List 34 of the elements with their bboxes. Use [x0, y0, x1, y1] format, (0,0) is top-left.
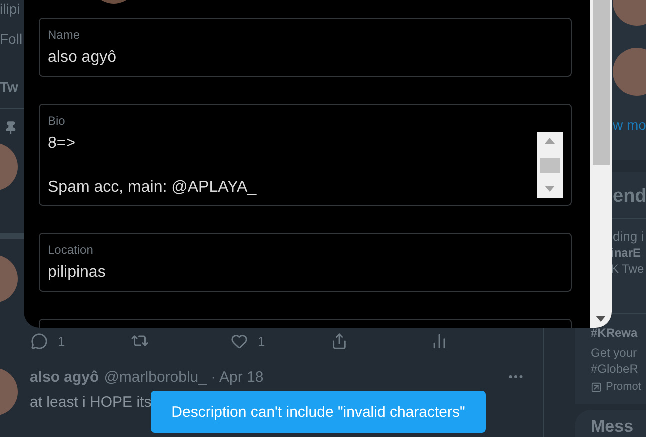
profile-text: ilipi: [0, 0, 22, 18]
field-label: Bio: [48, 113, 66, 129]
promoted-hashtag[interactable]: #KRewa: [575, 325, 646, 341]
author-name[interactable]: also agyô: [30, 368, 100, 386]
field-label: Name: [48, 27, 82, 43]
tweet-text: at least i HOPE its: [30, 394, 153, 411]
textarea-scrollbar[interactable]: [537, 132, 563, 198]
promoted-icon: [591, 382, 602, 392]
field-value: also agyô: [48, 48, 118, 68]
trend-count: K Twe: [610, 261, 646, 277]
handle-date: @marlboroblu_ · Apr 18: [104, 368, 264, 386]
reply-count: 1: [58, 334, 66, 348]
field-label: Location: [48, 242, 94, 258]
dialog-scrollbar[interactable]: [590, 0, 612, 328]
promoted-label: Promot: [606, 380, 642, 395]
promoted-text: #GlobeR: [590, 361, 640, 377]
text-field[interactable]: Location pilipinas: [39, 233, 572, 292]
bio-field[interactable]: Bio 8=> Spam acc, main: @APLAYA_: [39, 104, 572, 206]
profile-text: Foll: [0, 30, 24, 48]
like-count: 1: [258, 334, 266, 348]
reply-icon[interactable]: [31, 332, 48, 350]
analytics-icon[interactable]: [431, 332, 448, 350]
promoted-text: Get your: [590, 345, 638, 361]
profile-text[interactable]: Tw: [0, 78, 24, 96]
field-value: 8=> Spam acc, main: @APLAYA_: [48, 134, 258, 198]
field-value: pilipinas: [48, 263, 107, 283]
error-toast: Description can't include "invalid characters": [151, 391, 486, 433]
share-icon[interactable]: [331, 332, 348, 350]
like-icon[interactable]: [231, 332, 248, 350]
trends-title: end: [612, 188, 646, 206]
pin-icon: [4, 121, 18, 135]
trend-context: ding i: [612, 229, 646, 245]
text-field[interactable]: Name also agyô: [39, 18, 572, 77]
section-separator: [0, 233, 24, 239]
